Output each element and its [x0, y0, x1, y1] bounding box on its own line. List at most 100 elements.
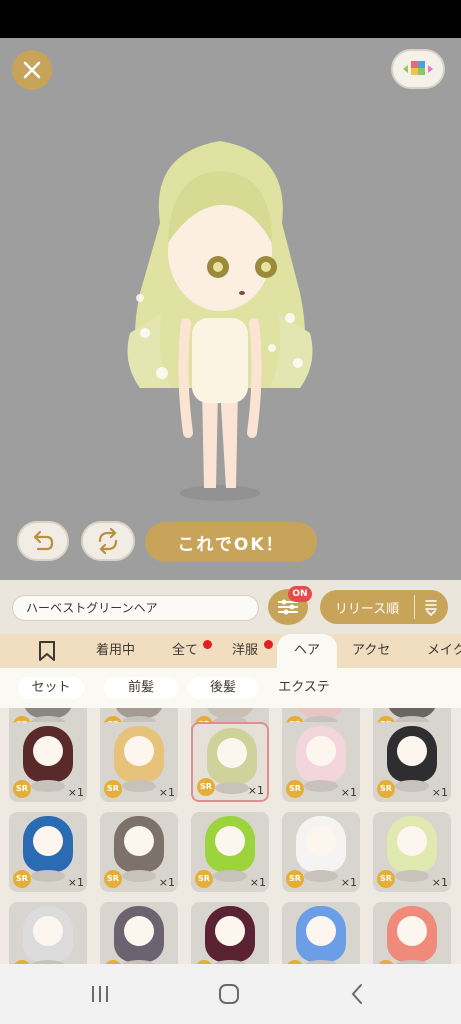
swap-icon	[98, 527, 118, 555]
mannequin-head	[306, 826, 336, 856]
item-count: ×1	[67, 876, 84, 889]
mannequin-stand	[213, 870, 247, 882]
back-icon	[351, 984, 362, 1004]
rarity-badge: SR	[13, 780, 31, 798]
hair-item-tile[interactable]: SR ×1	[373, 722, 451, 802]
mannequin-head	[306, 916, 336, 946]
tab-clothes[interactable]: 洋服	[232, 634, 258, 668]
hair-item-tile[interactable]: SR	[191, 902, 269, 964]
rarity-badge: SR	[13, 870, 31, 888]
item-count: ×1	[249, 876, 266, 889]
mannequin-head	[306, 736, 336, 766]
sort-button[interactable]: リリース順	[320, 590, 448, 624]
mannequin-head	[397, 916, 427, 946]
avatar-figure	[100, 133, 340, 513]
recent-apps-button[interactable]	[85, 981, 115, 1007]
hair-item-tile[interactable]: SR	[100, 902, 178, 964]
hair-item-tile[interactable]: SR	[373, 902, 451, 964]
mannequin-stand	[304, 870, 338, 882]
sort-label: リリース順	[334, 601, 400, 617]
item-count: ×1	[67, 786, 84, 799]
hair-subtabs: セット 前髪 後髪 エクステ	[0, 668, 461, 708]
search-row: ハーベストグリーンヘア ON リリース順	[0, 580, 461, 634]
avatar-stage: これでOK！	[0, 38, 461, 580]
filter-on-badge: ON	[288, 586, 312, 602]
mannequin-head	[215, 826, 245, 856]
notice-dot	[203, 640, 212, 649]
hair-item-tile[interactable]: SR	[9, 902, 87, 964]
mannequin-head	[33, 916, 63, 946]
rarity-badge: SR	[286, 870, 304, 888]
subtab-extension[interactable]: エクステ	[268, 677, 340, 699]
rarity-badge: SR	[104, 870, 122, 888]
mannequin-head	[124, 916, 154, 946]
close-button[interactable]	[12, 50, 52, 90]
mannequin-head	[124, 826, 154, 856]
hair-item-tile[interactable]: SR	[282, 902, 360, 964]
bookmark-icon	[39, 641, 55, 661]
mannequin-head	[33, 736, 63, 766]
mannequin-stand	[304, 780, 338, 792]
status-bar	[0, 0, 461, 38]
mannequin-head	[397, 736, 427, 766]
tab-all[interactable]: 全て	[172, 634, 198, 668]
close-icon	[23, 61, 41, 79]
hair-item-tile[interactable]: SR ×1	[282, 812, 360, 892]
subtab-set[interactable]: セット	[18, 677, 84, 699]
mannequin-stand	[31, 780, 65, 792]
hair-item-tile[interactable]: SR ×1	[191, 812, 269, 892]
rarity-badge: SR	[377, 780, 395, 798]
layout-button[interactable]	[391, 49, 445, 89]
recent-apps-icon	[92, 986, 108, 1002]
mannequin-head	[217, 738, 247, 768]
mannequin-stand	[122, 870, 156, 882]
hair-item-tile[interactable]: SR ×1	[100, 722, 178, 802]
tab-hair[interactable]: ヘア	[277, 634, 337, 668]
subtab-bangs[interactable]: 前髪	[104, 677, 178, 699]
rarity-badge: SR	[377, 870, 395, 888]
mannequin-head	[215, 916, 245, 946]
system-nav-bar	[0, 964, 461, 1024]
hair-item-tile[interactable]: SR ×1	[100, 812, 178, 892]
sort-order-icon[interactable]	[415, 598, 447, 616]
subtab-back-hair[interactable]: 後髪	[188, 677, 258, 699]
home-button[interactable]	[214, 981, 244, 1007]
tab-accessory[interactable]: アクセ	[352, 634, 390, 668]
item-count: ×1	[158, 876, 175, 889]
item-count: ×1	[158, 786, 175, 799]
rarity-badge: SR	[286, 780, 304, 798]
color-blocks-icon	[403, 61, 433, 75]
confirm-ok-button[interactable]: これでOK！	[145, 522, 317, 562]
mannequin-stand	[31, 870, 65, 882]
rarity-badge: SR	[104, 780, 122, 798]
hair-item-tile[interactable]: SR ×1	[9, 812, 87, 892]
rarity-badge: SR	[197, 778, 215, 796]
mannequin-stand	[395, 780, 429, 792]
item-name-field[interactable]: ハーベストグリーンヘア	[12, 595, 259, 621]
mannequin-stand	[122, 780, 156, 792]
item-grid: SR ×1 SR ×1 SR ×1 SR ×1 SR ×1 SR ×1 SR ×1 SR ×1 SR ×1 SR ×1…	[0, 708, 461, 964]
rarity-badge: SR	[195, 870, 213, 888]
back-button[interactable]	[342, 981, 372, 1007]
mannequin-head	[124, 736, 154, 766]
hair-item-tile[interactable]: SR ×1	[191, 722, 269, 802]
item-count: ×1	[431, 786, 448, 799]
mannequin-stand	[215, 782, 249, 794]
item-count: ×1	[431, 876, 448, 889]
hair-item-tile[interactable]: SR ×1	[9, 722, 87, 802]
hair-item-tile[interactable]: SR ×1	[282, 722, 360, 802]
item-count: ×1	[340, 876, 357, 889]
hair-item-tile[interactable]: SR ×1	[373, 812, 451, 892]
tab-makeup[interactable]: メイク	[427, 634, 461, 668]
tab-wearing[interactable]: 着用中	[96, 634, 135, 668]
mannequin-stand	[395, 870, 429, 882]
undo-button[interactable]	[17, 521, 69, 561]
item-panel: ハーベストグリーンヘア ON リリース順 着用中 全て 洋服 ヘア アクセ メイ…	[0, 580, 461, 964]
tab-bookmark[interactable]	[37, 634, 63, 668]
item-count: ×1	[247, 784, 264, 797]
mannequin-head	[397, 826, 427, 856]
swap-button[interactable]	[81, 521, 135, 561]
category-tabs: 着用中 全て 洋服 ヘア アクセ メイク	[0, 634, 461, 668]
mannequin-head	[33, 826, 63, 856]
notice-dot	[264, 640, 273, 649]
